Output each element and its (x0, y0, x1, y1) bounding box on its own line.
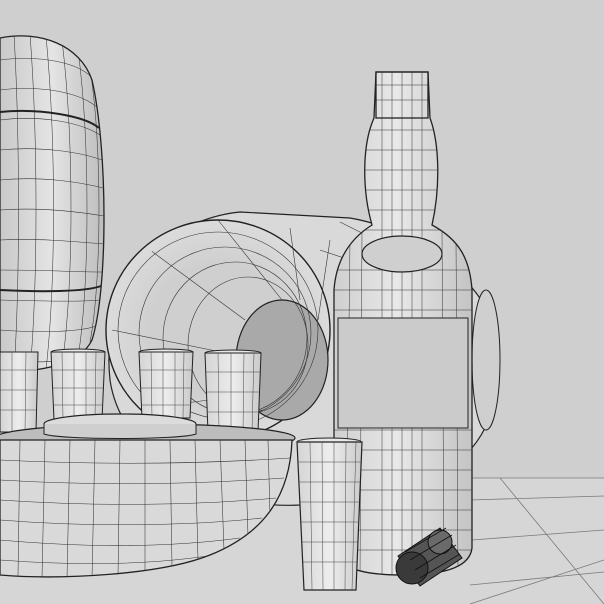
shot-glass (50, 348, 106, 421)
shot-glass (0, 351, 39, 433)
tall-glass (296, 437, 363, 591)
scene-canvas (0, 35, 604, 604)
shot-glass (204, 349, 262, 433)
wireframe-render-scene (0, 0, 604, 604)
shot-glass (138, 348, 194, 419)
barrel-upright (0, 35, 105, 373)
